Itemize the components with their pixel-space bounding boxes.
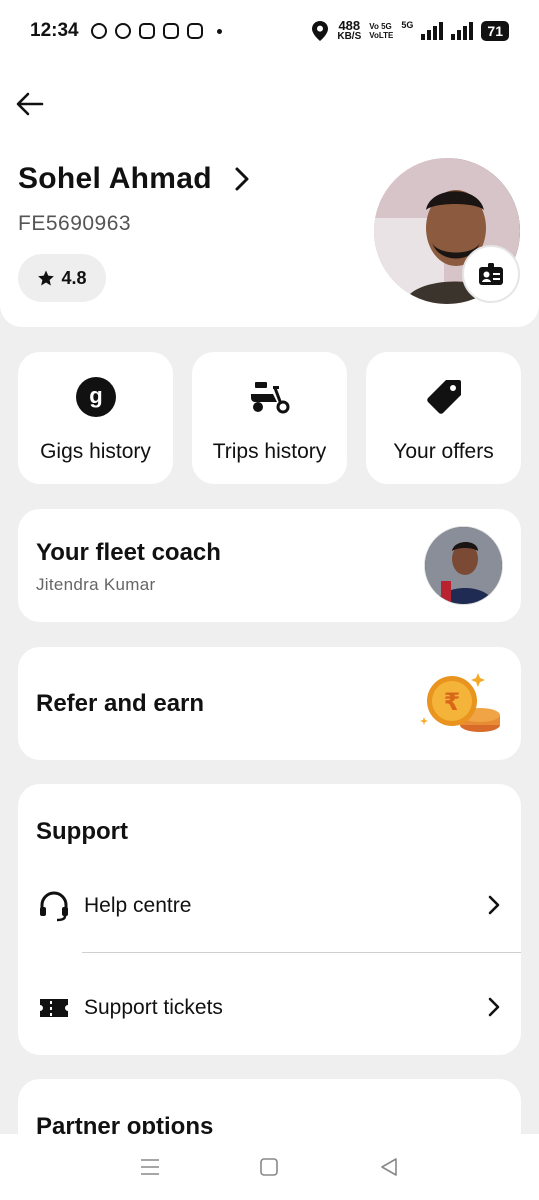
ticket-icon [40,999,68,1017]
instagram-icon [186,23,203,39]
instagram-icon [162,23,179,39]
signal-icon-2 [451,22,474,40]
driver-id: FE5690963 [18,212,132,235]
net-speed-unit: KB/S [337,31,362,42]
chevron-right-icon [235,167,249,191]
coach-photo [425,527,502,604]
id-card-icon [479,263,503,285]
quick-action-icon-wrap [424,376,464,418]
chat-icon [114,23,131,39]
notification-icons [90,23,222,39]
rupee-coins-icon: ₹ [420,673,500,732]
signal-icon [421,22,444,40]
rating-badge: 4.8 [18,254,106,302]
refer-title: Refer and earn [36,690,205,717]
home-square-icon [260,1158,279,1176]
fleet-coach-title: Your fleet coach [36,539,221,566]
quick-action-label: Trips history [212,440,327,463]
whatsapp-icon [90,23,107,39]
back-arrow-icon[interactable] [14,88,46,120]
divider [82,952,521,953]
quick-action-label: Your offers [393,440,494,463]
support-title: Support [36,818,128,845]
driver-name: Sohel Ahmad [18,162,212,195]
fleet-coach-name: Jitendra Kumar [36,575,156,594]
status-time: 12:34 [30,20,79,41]
your-offers-card[interactable]: Your offers [366,352,521,484]
back-triangle-icon [381,1158,397,1176]
volte-indicator: Vo 5G VoLTE [369,22,393,40]
battery-icon: 71 [481,21,509,41]
quick-action-icon-wrap [249,376,291,418]
scooter-icon [250,382,289,414]
id-card-button[interactable] [462,245,520,303]
instagram-icon [138,23,155,39]
support-tickets-label: Support tickets [84,996,223,1019]
location-icon [312,21,329,41]
help-centre-item[interactable]: Help centre [18,876,521,936]
refer-and-earn-card[interactable]: Refer and earn ₹ [18,647,521,760]
volte-top: Vo 5G [369,22,392,31]
svg-text:g: g [89,383,102,408]
coach-avatar [424,526,503,605]
support-card: Support Help centre Support tickets [18,784,521,1055]
quick-action-icon-wrap: g [75,376,117,418]
quick-action-label: Gigs history [40,440,151,463]
volte-bottom: VoLTE [369,31,394,40]
fleet-coach-card[interactable]: Your fleet coach Jitendra Kumar [18,509,521,622]
profile-header: Sohel Ahmad FE5690963 4.8 [0,62,539,327]
rating-value: 4.8 [61,267,87,288]
gigs-history-card[interactable]: g Gigs history [18,352,173,484]
status-bar: 12:34 488 KB/S Vo 5G VoLTE 5G 71 [0,0,539,62]
system-nav-bar [0,1134,539,1200]
headset-icon [40,891,68,922]
trips-history-card[interactable]: Trips history [192,352,347,484]
menu-icon [140,1159,159,1175]
more-notifications-dot [216,28,222,34]
gigs-icon: g [75,377,116,417]
network-type: 5G [401,20,414,30]
help-centre-label: Help centre [84,894,192,917]
tag-icon [426,380,461,414]
net-speed: 488 KB/S [337,19,362,42]
coin-symbol: ₹ [444,688,461,716]
support-tickets-item[interactable]: Support tickets [18,978,521,1038]
profile-name-link[interactable]: Sohel Ahmad [18,162,252,196]
chevron-right-icon [488,895,500,915]
home-button[interactable] [257,1155,281,1179]
recent-apps-button[interactable] [138,1155,162,1179]
back-button[interactable] [377,1155,401,1179]
status-right: 488 KB/S Vo 5G VoLTE 5G 71 [311,19,509,42]
battery-level: 71 [487,23,503,39]
chevron-right-icon [488,997,500,1017]
star-icon [38,270,55,286]
